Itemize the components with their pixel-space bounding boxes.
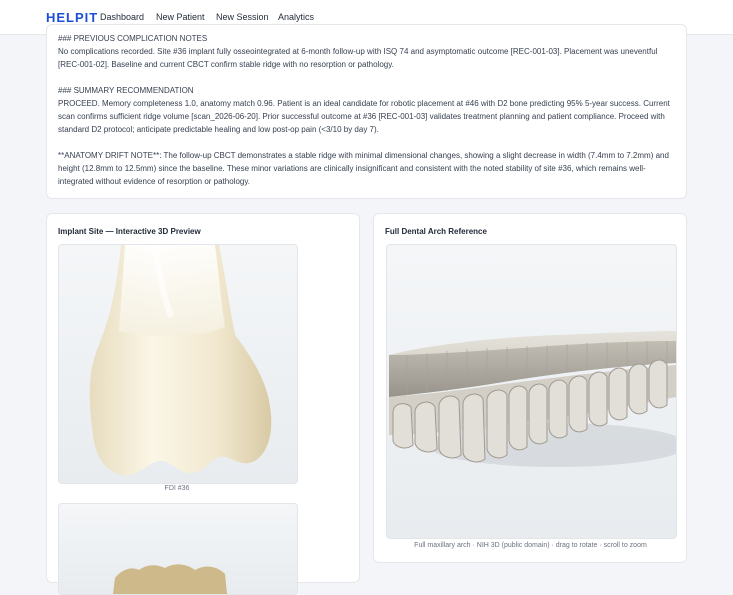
arch-3d-viewer[interactable] [386,244,677,539]
implant-secondary-viewer[interactable] [58,503,298,595]
arch-caption: Full maxillary arch · NIH 3D (public dom… [414,542,647,549]
summary-report-card[interactable]: ### PREVIOUS COMPLICATION NOTES No compl… [46,24,687,199]
tooth-crown-model [113,564,227,594]
nav-new-session[interactable]: New Session [216,12,269,22]
arch-card-title: Full Dental Arch Reference [385,227,487,236]
implant-3d-viewer[interactable] [58,244,298,484]
molar-tooth-model [89,245,272,476]
complication-heading: ### PREVIOUS COMPLICATION NOTES [58,34,208,43]
arch-reference-card: Full Dental Arch Reference Full maxillar… [373,213,687,563]
recommendation-text: PROCEED. Memory completeness 1.0, anatom… [58,99,670,134]
implant-card-title: Implant Site — Interactive 3D Preview [58,227,201,236]
nav-dashboard[interactable]: Dashboard [100,12,144,22]
anatomy-drift-note: **ANATOMY DRIFT NOTE**: The follow-up CB… [58,151,669,186]
implant-preview-card: Implant Site — Interactive 3D Preview FD… [46,213,360,595]
recommendation-heading: ### SUMMARY RECOMMENDATION [58,86,194,95]
nav-analytics[interactable]: Analytics [278,12,314,22]
brand-logo[interactable]: HELPIT [46,10,98,25]
dental-arch-model [389,331,676,467]
nav-new-patient[interactable]: New Patient [156,12,205,22]
implant-caption: FDI #36 [164,485,190,492]
complication-text: No complications recorded. Site #36 impl… [58,47,658,69]
